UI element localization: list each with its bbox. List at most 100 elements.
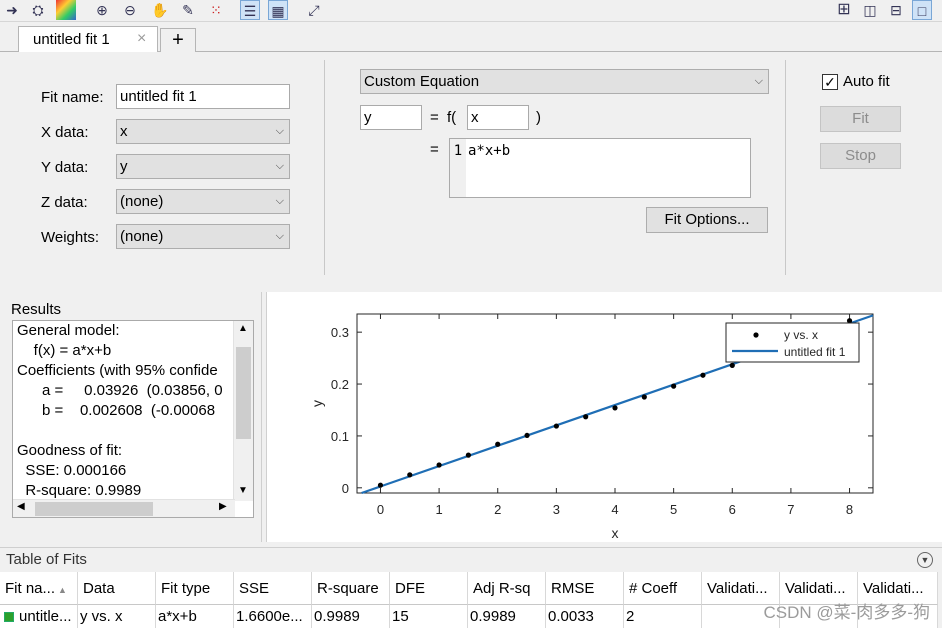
dependent-variable-field[interactable]: y	[360, 105, 422, 130]
x-data-value: x	[120, 123, 128, 140]
layout-rows-icon[interactable]: ⊟	[886, 0, 906, 20]
column-header[interactable]: DFE	[390, 572, 468, 605]
layout-columns-icon[interactable]: ◫	[860, 0, 880, 20]
fit-name-field[interactable]: untitled fit 1	[116, 84, 290, 109]
scroll-left-icon[interactable]: ◀	[17, 501, 25, 512]
column-header[interactable]: Fit type	[156, 572, 234, 605]
exclude-icon[interactable]: ⁙	[206, 0, 226, 20]
table-cell[interactable]: 0.9989	[468, 605, 546, 628]
horizontal-scrollbar[interactable]: ◀ ▶	[13, 499, 235, 517]
chevron-down-icon: ⌵	[275, 160, 284, 172]
axes-limits-icon[interactable]: ⤢	[304, 0, 324, 20]
data-point[interactable]	[553, 423, 559, 429]
table-cell-text: 0.0033	[548, 608, 594, 625]
z-data-value: (none)	[120, 193, 164, 210]
table-cell-text: 0.9989	[314, 608, 360, 625]
x-axis-label: x	[612, 525, 619, 541]
column-header[interactable]: Adj R-sq	[468, 572, 546, 605]
zoom-out-icon[interactable]: ⊖	[120, 0, 140, 20]
table-cell-text: 1.6600e...	[236, 608, 303, 625]
data-point[interactable]	[465, 452, 472, 458]
table-cell-text: 0.9989	[470, 608, 516, 625]
legend-label-points: y vs. x	[784, 328, 818, 342]
data-point[interactable]	[524, 432, 530, 439]
data-point[interactable]	[377, 482, 384, 488]
auto-fit-checkbox[interactable]: ✓	[822, 74, 838, 90]
data-cursor-icon[interactable]: ⛭	[28, 0, 48, 20]
equation-editor[interactable]: 1 a*x+b	[449, 138, 751, 198]
data-cursor-icon-2[interactable]: ✎	[178, 0, 198, 20]
x-tick-label: 1	[435, 502, 442, 517]
weights-select[interactable]: (none) ⌵	[116, 224, 290, 249]
legend-label-fit: untitled fit 1	[784, 345, 846, 359]
results-title: Results	[11, 301, 62, 318]
table-cell[interactable]: 1.6600e...	[234, 605, 312, 628]
data-point[interactable]	[700, 372, 706, 378]
fit-chart[interactable]: 0 1 2 3 4 5 6 7 8 0 0.1 0.2 0.3 x y y vs. x untitled fit…	[267, 292, 942, 542]
y-tick-label: 0.3	[331, 325, 349, 340]
scroll-thumb[interactable]	[35, 502, 153, 516]
scroll-up-icon[interactable]: ▲	[238, 323, 248, 334]
colormap-icon[interactable]	[56, 0, 76, 20]
table-cell[interactable]: 2	[624, 605, 702, 628]
z-data-select[interactable]: (none) ⌵	[116, 189, 290, 214]
plot-panel: 0 1 2 3 4 5 6 7 8 0 0.1 0.2 0.3 x y y vs. x untitled fit…	[266, 292, 942, 542]
x-data-select[interactable]: x ⌵	[116, 119, 290, 144]
table-of-fits-title: Table of Fits	[6, 551, 87, 568]
import-icon[interactable]: ➜	[2, 0, 22, 20]
close-icon[interactable]: ×	[137, 30, 146, 48]
table-cell-text: y vs. x	[80, 608, 123, 625]
x-tick-label: 8	[846, 502, 853, 517]
independent-variable-field[interactable]: x	[467, 105, 529, 130]
layout-grid-icon[interactable]: ⊞	[834, 0, 854, 20]
column-header[interactable]: Data	[78, 572, 156, 605]
table-cell[interactable]: 15	[390, 605, 468, 628]
data-point[interactable]	[729, 362, 735, 368]
column-header[interactable]: R-square	[312, 572, 390, 605]
data-point[interactable]	[583, 414, 589, 420]
column-header[interactable]: RMSE	[546, 572, 624, 605]
add-tab-button[interactable]: +	[160, 28, 196, 52]
data-point[interactable]	[407, 472, 413, 478]
z-data-label: Z data:	[41, 194, 88, 211]
table-cell[interactable]: untitle...	[0, 605, 78, 628]
layout-single-icon[interactable]: □	[912, 0, 932, 20]
scroll-right-icon[interactable]: ▶	[219, 501, 227, 512]
pan-icon[interactable]: ✋	[150, 0, 170, 20]
fit-button[interactable]: Fit	[820, 106, 901, 132]
column-header[interactable]: SSE	[234, 572, 312, 605]
data-point[interactable]	[641, 394, 647, 400]
divider	[324, 60, 325, 275]
results-line: General model:	[17, 322, 120, 339]
x-tick-label: 3	[553, 502, 560, 517]
legend-toggle-icon[interactable]: ☰	[240, 0, 260, 20]
vertical-scrollbar[interactable]: ▲ ▼	[233, 321, 253, 501]
table-cell[interactable]: y vs. x	[78, 605, 156, 628]
collapse-icon[interactable]: ▼	[917, 552, 933, 568]
equals-sign: =	[430, 109, 439, 126]
table-cell[interactable]: a*x+b	[156, 605, 234, 628]
scroll-thumb[interactable]	[236, 347, 251, 439]
data-point[interactable]	[436, 462, 442, 468]
y-data-select[interactable]: y ⌵	[116, 154, 290, 179]
chevron-down-icon: ⌵	[754, 75, 763, 87]
column-header[interactable]: # Coeff	[624, 572, 702, 605]
table-cell[interactable]: 0.9989	[312, 605, 390, 628]
x-tick-label: 5	[670, 502, 677, 517]
data-point[interactable]	[671, 383, 677, 389]
fit-type-select[interactable]: Custom Equation ⌵	[360, 69, 769, 94]
fit-options-button[interactable]: Fit Options...	[646, 207, 768, 233]
results-line: Coefficients (with 95% confide	[17, 362, 218, 379]
scroll-down-icon[interactable]: ▼	[238, 485, 248, 496]
grid-toggle-icon[interactable]: ▦	[268, 0, 288, 20]
results-text-area[interactable]: General model: f(x) = a*x+b Coefficients…	[12, 320, 254, 518]
stop-button[interactable]: Stop	[820, 143, 901, 169]
divider	[785, 60, 786, 275]
data-point[interactable]	[612, 405, 618, 411]
column-header[interactable]: Fit na... ▲	[0, 572, 78, 605]
table-cell[interactable]: 0.0033	[546, 605, 624, 628]
data-point[interactable]	[495, 441, 501, 447]
tab-untitled-fit-1[interactable]: untitled fit 1 ×	[18, 26, 158, 53]
zoom-in-icon[interactable]: ⊕	[92, 0, 112, 20]
x-tick-label: 7	[787, 502, 794, 517]
